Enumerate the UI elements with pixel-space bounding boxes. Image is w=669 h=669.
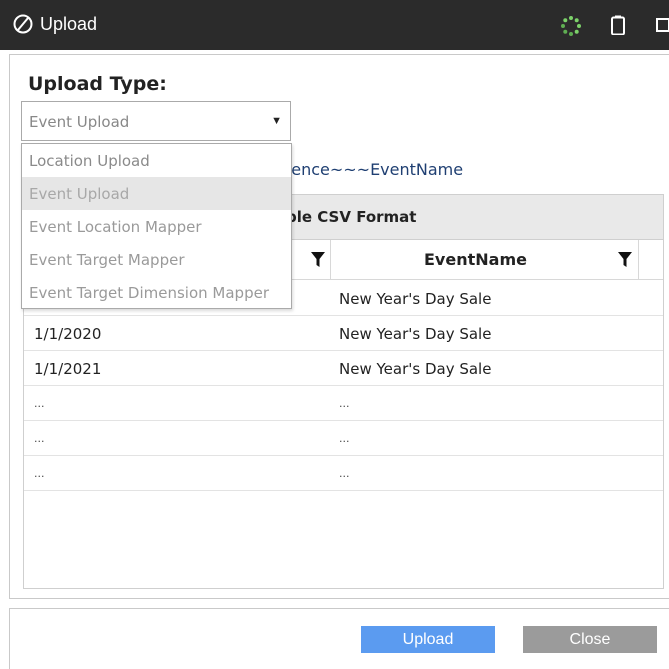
upload-type-selected-value: Event Upload [29,113,130,131]
loading-spinner-icon [561,16,581,36]
table-row: ... ... [24,386,663,421]
table-cell: 1/1/2020 [34,325,102,343]
upload-type-label: Upload Type: [28,73,167,95]
column-header-eventname: EventName [424,250,527,269]
column-divider [638,240,639,280]
table-cell: ... [339,432,350,445]
dropdown-option-label: Event Target Mapper [29,251,185,269]
filter-icon[interactable] [618,252,632,268]
table-row: ... ... [24,421,663,456]
format-hint-text: rence~~~EventName [285,160,464,179]
table-cell: ... [34,432,45,445]
table-cell: New Year's Day Sale [339,290,492,308]
table-row: ... ... [24,456,663,491]
dropdown-option-label: Location Upload [29,152,150,170]
table-caption-text: ple CSV Format [286,208,417,226]
table-row: 1/1/2020 New Year's Day Sale [24,316,663,351]
dropdown-option-event-upload[interactable]: Event Upload [22,177,291,210]
dropdown-option-label: Event Location Mapper [29,218,202,236]
close-button[interactable]: Close [523,626,657,653]
dropdown-option-label: Event Target Dimension Mapper [29,284,269,302]
dropdown-option-event-target-mapper[interactable]: Event Target Mapper [22,243,291,276]
table-cell: ... [34,397,45,410]
battery-icon[interactable] [611,15,625,35]
upload-type-dropdown-list: Location Upload Event Upload Event Locat… [21,143,292,309]
window-title: Upload [40,14,98,34]
column-divider [330,240,331,280]
upload-logo-icon [13,14,33,34]
table-cell: 1/1/2021 [34,360,102,378]
table-cell: ... [34,467,45,480]
dropdown-caret-icon: ▼ [271,115,282,127]
table-cell: ... [339,467,350,480]
table-cell: New Year's Day Sale [339,360,492,378]
table-row: 1/1/2021 New Year's Day Sale [24,351,663,386]
upload-button[interactable]: Upload [361,626,495,653]
title-bar: Upload [0,0,669,50]
table-cell: New Year's Day Sale [339,325,492,343]
dropdown-option-event-location-mapper[interactable]: Event Location Mapper [22,210,291,243]
dropdown-option-location-upload[interactable]: Location Upload [22,144,291,177]
dropdown-option-event-target-dimension-mapper[interactable]: Event Target Dimension Mapper [22,276,291,309]
dropdown-option-label: Event Upload [29,185,130,203]
upload-type-select[interactable]: Event Upload ▼ [21,101,291,141]
window-control-icon[interactable] [656,18,669,32]
filter-icon[interactable] [311,252,325,268]
table-cell: ... [339,397,350,410]
